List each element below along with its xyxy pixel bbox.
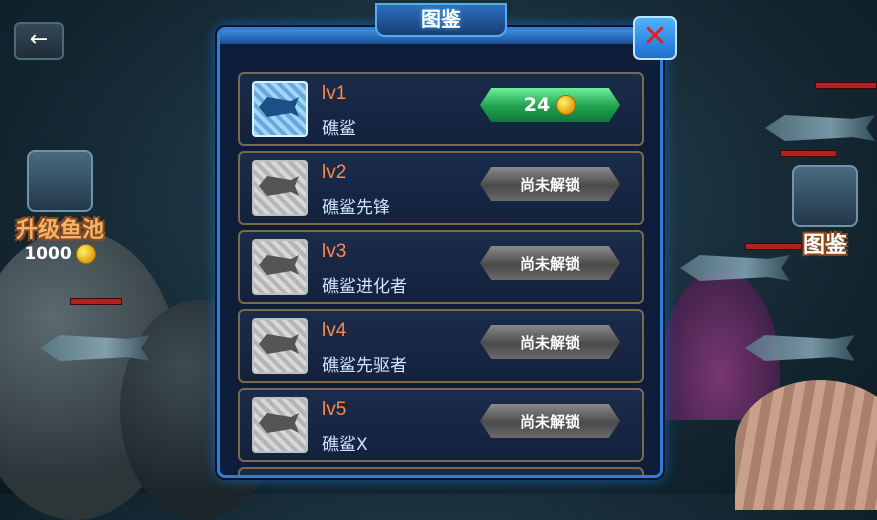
buy-price: 24 [523, 94, 551, 116]
fish-thumbnail [252, 397, 308, 453]
fish-name: 礁鲨进化者 [322, 277, 407, 297]
fish-thumbnail [252, 160, 308, 216]
fish-tank-icon [27, 150, 93, 212]
fish-thumbnail [252, 318, 308, 374]
shark-icon [259, 97, 299, 117]
upgrade-pool-button[interactable]: 升级鱼池 1000 [16, 150, 104, 264]
buy-button[interactable]: 24 [480, 88, 620, 122]
fish-name: 礁鲨先驱者 [322, 356, 407, 376]
locked-button[interactable]: 尚未解锁 [480, 404, 620, 438]
close-button[interactable]: ✕ [633, 16, 677, 60]
locked-button[interactable]: 尚未解锁 [480, 325, 620, 359]
swimming-fish[interactable] [680, 255, 790, 281]
list-item: lv1 礁鲨 24 [238, 72, 644, 146]
shark-icon [259, 255, 299, 275]
fish-name: 礁鲨X [322, 435, 368, 455]
collection-button[interactable]: 图鉴 [792, 165, 858, 259]
locked-button[interactable]: 尚未解锁 [480, 167, 620, 201]
list-item [238, 467, 644, 475]
fish-level: lv4 [322, 320, 347, 341]
fish-health-bar [780, 150, 837, 157]
shark-icon [259, 176, 299, 196]
fish-level: lv5 [322, 399, 347, 420]
locked-button[interactable]: 尚未解锁 [480, 246, 620, 280]
list-item: lv4 礁鲨先驱者 尚未解锁 [238, 309, 644, 383]
fish-thumbnail [252, 239, 308, 295]
list-item: lv3 礁鲨进化者 尚未解锁 [238, 230, 644, 304]
list-item: lv5 礁鲨X 尚未解锁 [238, 388, 644, 462]
fish-list: lv1 礁鲨 24 lv2 礁鲨先锋 尚未解锁 lv3 礁鲨进化者 尚未解锁 l… [238, 72, 644, 475]
back-button[interactable]: ← [14, 22, 64, 60]
swimming-fish[interactable] [765, 115, 875, 141]
swimming-fish[interactable] [745, 335, 855, 361]
swimming-fish[interactable] [40, 335, 150, 361]
gold-coin-icon [75, 244, 96, 264]
upgrade-cost: 1000 [16, 244, 104, 264]
modal-title-tab: 图鉴 [375, 3, 507, 37]
upgrade-pool-label: 升级鱼池 [16, 218, 105, 243]
collection-modal: lv1 礁鲨 24 lv2 礁鲨先锋 尚未解锁 lv3 礁鲨进化者 尚未解锁 l… [217, 27, 663, 478]
close-x-icon: ✕ [642, 19, 668, 54]
list-item: lv2 礁鲨先锋 尚未解锁 [238, 151, 644, 225]
fish-name: 礁鲨先锋 [322, 198, 390, 218]
upgrade-cost-value: 1000 [24, 244, 72, 264]
collection-label: 图鉴 [802, 233, 847, 258]
fish-level: lv3 [322, 241, 347, 262]
fish-thumbnail [252, 81, 308, 137]
fish-level: lv1 [322, 83, 347, 104]
shark-icon [259, 413, 299, 433]
photo-album-icon [792, 165, 858, 227]
shark-icon [259, 334, 299, 354]
fish-health-bar [70, 298, 122, 305]
modal-title: 图鉴 [421, 7, 461, 31]
back-arrow-icon: ← [29, 27, 49, 52]
gold-coin-icon [556, 95, 577, 115]
fish-level: lv2 [322, 162, 347, 183]
fish-name: 礁鲨 [322, 119, 356, 139]
fish-health-bar [815, 82, 877, 89]
